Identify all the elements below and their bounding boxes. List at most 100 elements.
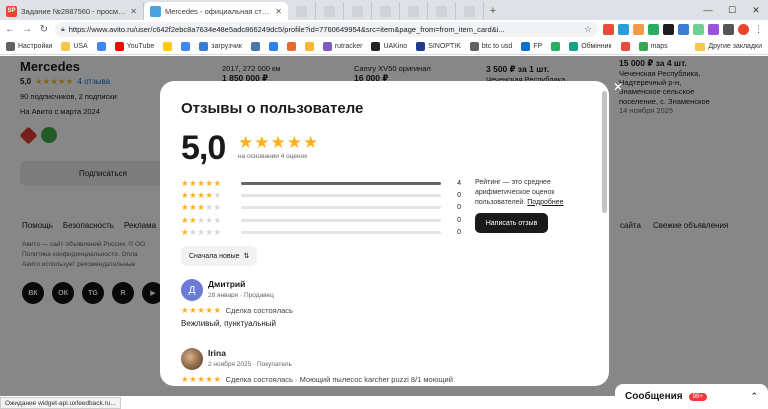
tab-favicon-icon xyxy=(324,5,335,17)
extension-icon[interactable] xyxy=(693,24,704,35)
bookmark-favicon-icon xyxy=(286,42,296,51)
extension-icon[interactable] xyxy=(708,24,719,35)
extension-icon[interactable] xyxy=(633,24,644,35)
tab-mercedes[interactable]: Mercedes - официальная страни ✕ xyxy=(144,2,288,20)
bookmark-item[interactable]: SINOPTIK xyxy=(416,42,461,51)
tab-mini[interactable] xyxy=(372,2,400,20)
bookmark-item[interactable]: btc to usd xyxy=(469,42,513,51)
bookmark-item[interactable] xyxy=(250,42,260,51)
url-text: https://www.avito.ru/user/c642f2ebc8a763… xyxy=(68,25,505,34)
bookmark-item[interactable]: UAKino xyxy=(371,42,407,51)
bookmark-star-icon[interactable]: ☆ xyxy=(584,24,592,35)
scrollbar-thumb[interactable] xyxy=(602,91,607,213)
reviewer-name[interactable]: Irina xyxy=(208,348,226,358)
histogram-bar xyxy=(241,193,441,197)
messages-label: Сообщения xyxy=(625,391,683,402)
browser-tab-bar: SP Задание №2887560 - просмотр з ✕ Merce… xyxy=(0,0,768,20)
histogram-bar xyxy=(241,206,441,210)
bookmark-item[interactable]: maps xyxy=(638,42,668,51)
bookmark-favicon-icon xyxy=(61,42,71,51)
tab-mini[interactable] xyxy=(400,2,428,20)
bookmark-item[interactable]: загрузчик xyxy=(199,42,242,51)
bookmark-label: SINOPTIK xyxy=(428,43,461,50)
bookmark-item[interactable] xyxy=(96,42,106,51)
avito-favicon-icon xyxy=(150,5,161,17)
tab-mini[interactable] xyxy=(344,2,372,20)
more-link[interactable]: Подробнее xyxy=(527,199,563,206)
bookmark-item[interactable] xyxy=(268,42,278,51)
bookmark-label: btc to usd xyxy=(481,43,513,50)
tab-mini[interactable] xyxy=(316,2,344,20)
bookmark-item[interactable] xyxy=(181,42,191,51)
ltc-ticker-icon[interactable] xyxy=(663,24,674,35)
bookmark-item[interactable] xyxy=(286,42,296,51)
extension-icon[interactable] xyxy=(678,24,689,35)
profile-avatar-icon[interactable] xyxy=(738,24,749,35)
reviewer-name[interactable]: Дмитрий xyxy=(208,279,245,289)
maximize-button[interactable]: ☐ xyxy=(720,5,744,16)
bookmark-item[interactable]: Настройки xyxy=(6,42,52,51)
minimize-button[interactable]: — xyxy=(696,5,720,15)
histogram-bar xyxy=(241,181,441,185)
reload-icon[interactable]: ↻ xyxy=(38,24,50,35)
status-bar: Ожидание widget-api.uxfeedback.ru... xyxy=(0,397,121,409)
avatar[interactable]: Д xyxy=(181,279,203,301)
bookmark-label: YouTube xyxy=(126,43,155,50)
bookmark-favicon-icon xyxy=(250,42,260,51)
bookmark-item[interactable]: YouTube xyxy=(114,42,155,51)
bookmark-item[interactable] xyxy=(551,42,561,51)
close-icon[interactable]: ✕ xyxy=(613,80,623,94)
bookmark-favicon-icon xyxy=(569,42,579,51)
url-field[interactable]: 🔒︎ https://www.avito.ru/user/c642f2ebc8a… xyxy=(55,22,598,37)
new-tab-button[interactable]: + xyxy=(484,2,502,20)
avatar[interactable] xyxy=(181,348,203,370)
forward-arrow-icon[interactable]: → xyxy=(21,24,33,35)
bookmark-favicon-icon xyxy=(6,42,15,51)
folder-icon xyxy=(695,42,706,51)
bookmark-item[interactable]: FP xyxy=(521,42,542,51)
messages-widget[interactable]: Сообщения 99+ ⌃ xyxy=(615,384,768,409)
review-stars-icon: ★★★★★ xyxy=(181,374,222,384)
extension-icon[interactable] xyxy=(618,24,629,35)
tab-favicon-icon xyxy=(352,5,363,17)
bookmark-item[interactable]: rutracker xyxy=(322,42,362,51)
bookmark-favicon-icon xyxy=(163,42,173,51)
tab-close-icon[interactable]: ✕ xyxy=(130,7,137,16)
star-icon: ★ xyxy=(303,133,319,152)
bookmark-favicon-icon xyxy=(371,42,381,51)
tab-close-icon[interactable]: ✕ xyxy=(275,7,282,16)
tab-mini[interactable] xyxy=(456,2,484,20)
chevron-up-icon[interactable]: ⌃ xyxy=(750,391,758,402)
bookmark-favicon-icon xyxy=(322,42,332,51)
other-bookmarks[interactable]: Другие закладки xyxy=(695,42,762,51)
bookmark-favicon-icon xyxy=(620,42,630,51)
extension-icon[interactable] xyxy=(648,24,659,35)
back-arrow-icon[interactable]: ← xyxy=(4,24,16,35)
histogram-stars-icon: ★★★★★ xyxy=(181,202,222,213)
bookmark-item[interactable] xyxy=(304,42,314,51)
tab-mini[interactable] xyxy=(288,2,316,20)
deal-status: Сделка состоялась xyxy=(225,306,293,315)
sort-button[interactable]: Сначала новые ⇅ xyxy=(181,246,258,266)
close-window-button[interactable]: ✕ xyxy=(744,5,768,16)
bookmark-item[interactable] xyxy=(620,42,630,51)
bookmark-item[interactable] xyxy=(163,42,173,51)
review-meta: 28 января · Продавец xyxy=(208,292,274,299)
bookmark-favicon-icon xyxy=(268,42,278,51)
bookmark-favicon-icon xyxy=(114,42,124,51)
menu-kebab-icon[interactable]: ⋮ xyxy=(753,24,764,35)
histogram-row: ★★★★★ 0 xyxy=(181,226,461,238)
bookmark-favicon-icon xyxy=(304,42,314,51)
bookmark-item[interactable]: Обмінник xyxy=(569,42,612,51)
extension-icon[interactable] xyxy=(603,24,614,35)
bookmark-label: USA xyxy=(73,43,88,50)
tab-favicon-icon xyxy=(436,5,447,17)
bookmark-item[interactable]: USA xyxy=(61,42,88,51)
histogram-count: 0 xyxy=(457,216,461,224)
tab-task[interactable]: SP Задание №2887560 - просмотр з ✕ xyxy=(0,2,144,20)
extensions-puzzle-icon[interactable] xyxy=(723,24,734,35)
deal-status: Сделка состоялась · Моющий пылесос karch… xyxy=(225,375,453,384)
tab-mini[interactable] xyxy=(428,2,456,20)
modal-scrollbar[interactable] xyxy=(602,91,607,381)
write-review-button[interactable]: Написать отзыв xyxy=(475,213,548,233)
